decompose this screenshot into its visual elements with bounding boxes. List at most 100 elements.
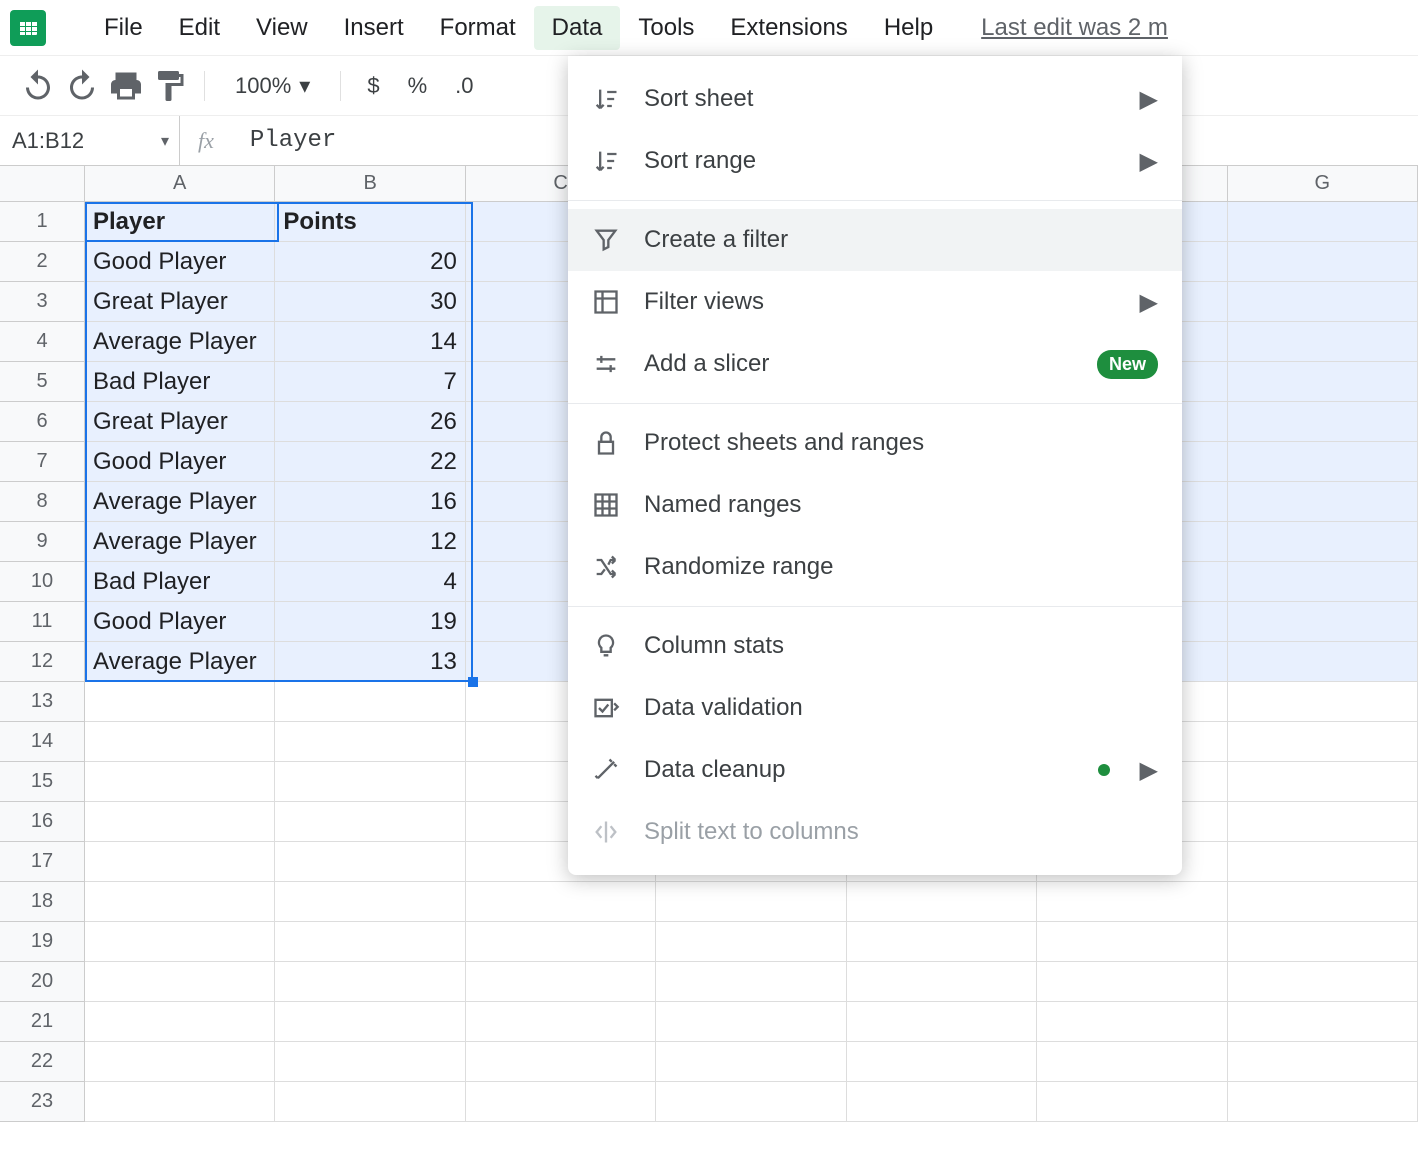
- paint-format-button[interactable]: [152, 68, 188, 104]
- cell-A22[interactable]: [85, 1042, 275, 1082]
- cell-C22[interactable]: [466, 1042, 656, 1082]
- cell-B2[interactable]: 20: [275, 242, 465, 282]
- cell-F18[interactable]: [1037, 882, 1227, 922]
- cell-E18[interactable]: [847, 882, 1037, 922]
- cell-A6[interactable]: Great Player: [85, 402, 275, 442]
- menu-item-data-cleanup[interactable]: Data cleanup▶: [568, 739, 1182, 801]
- row-header-5[interactable]: 5: [0, 362, 85, 402]
- name-box[interactable]: A1:B12 ▾: [0, 116, 180, 165]
- cell-D19[interactable]: [656, 922, 846, 962]
- cell-B20[interactable]: [275, 962, 465, 1002]
- cell-A20[interactable]: [85, 962, 275, 1002]
- cell-G6[interactable]: [1228, 402, 1418, 442]
- cell-G15[interactable]: [1228, 762, 1418, 802]
- cell-A2[interactable]: Good Player: [85, 242, 275, 282]
- row-header-11[interactable]: 11: [0, 602, 85, 642]
- menu-data[interactable]: Data: [534, 6, 621, 50]
- cell-D18[interactable]: [656, 882, 846, 922]
- last-edit-link[interactable]: Last edit was 2 m: [981, 14, 1168, 42]
- column-header-B[interactable]: B: [275, 166, 465, 202]
- format-percent-button[interactable]: %: [398, 73, 438, 99]
- cell-B6[interactable]: 26: [275, 402, 465, 442]
- row-header-18[interactable]: 18: [0, 882, 85, 922]
- cell-B23[interactable]: [275, 1082, 465, 1122]
- row-header-20[interactable]: 20: [0, 962, 85, 1002]
- row-header-16[interactable]: 16: [0, 802, 85, 842]
- cell-B10[interactable]: 4: [275, 562, 465, 602]
- menu-insert[interactable]: Insert: [326, 6, 422, 50]
- column-header-A[interactable]: A: [85, 166, 275, 202]
- cell-G4[interactable]: [1228, 322, 1418, 362]
- cell-A17[interactable]: [85, 842, 275, 882]
- cell-G12[interactable]: [1228, 642, 1418, 682]
- cell-B8[interactable]: 16: [275, 482, 465, 522]
- menu-extensions[interactable]: Extensions: [712, 6, 865, 50]
- menu-view[interactable]: View: [238, 6, 326, 50]
- cell-B15[interactable]: [275, 762, 465, 802]
- row-header-15[interactable]: 15: [0, 762, 85, 802]
- cell-B4[interactable]: 14: [275, 322, 465, 362]
- cell-A10[interactable]: Bad Player: [85, 562, 275, 602]
- cell-G3[interactable]: [1228, 282, 1418, 322]
- menu-item-column-stats[interactable]: Column stats: [568, 615, 1182, 677]
- cell-A16[interactable]: [85, 802, 275, 842]
- row-header-12[interactable]: 12: [0, 642, 85, 682]
- row-header-7[interactable]: 7: [0, 442, 85, 482]
- menu-item-sort-range[interactable]: Sort range▶: [568, 130, 1182, 192]
- cell-G2[interactable]: [1228, 242, 1418, 282]
- cell-G14[interactable]: [1228, 722, 1418, 762]
- cell-A7[interactable]: Good Player: [85, 442, 275, 482]
- row-header-9[interactable]: 9: [0, 522, 85, 562]
- column-header-G[interactable]: G: [1228, 166, 1418, 202]
- row-header-1[interactable]: 1: [0, 202, 85, 242]
- menu-item-randomize[interactable]: Randomize range: [568, 536, 1182, 598]
- menu-tools[interactable]: Tools: [620, 6, 712, 50]
- cell-A1[interactable]: Player: [85, 202, 275, 242]
- cell-G9[interactable]: [1228, 522, 1418, 562]
- cell-G20[interactable]: [1228, 962, 1418, 1002]
- cell-F22[interactable]: [1037, 1042, 1227, 1082]
- menu-item-create-filter[interactable]: Create a filter: [568, 209, 1182, 271]
- cell-A3[interactable]: Great Player: [85, 282, 275, 322]
- cell-A15[interactable]: [85, 762, 275, 802]
- cell-G1[interactable]: [1228, 202, 1418, 242]
- cell-A19[interactable]: [85, 922, 275, 962]
- cell-C21[interactable]: [466, 1002, 656, 1042]
- undo-button[interactable]: [20, 68, 56, 104]
- cell-A21[interactable]: [85, 1002, 275, 1042]
- cell-B16[interactable]: [275, 802, 465, 842]
- menu-edit[interactable]: Edit: [161, 6, 238, 50]
- cell-G19[interactable]: [1228, 922, 1418, 962]
- cell-A13[interactable]: [85, 682, 275, 722]
- cell-G23[interactable]: [1228, 1082, 1418, 1122]
- cell-A4[interactable]: Average Player: [85, 322, 275, 362]
- row-header-23[interactable]: 23: [0, 1082, 85, 1122]
- menu-help[interactable]: Help: [866, 6, 951, 50]
- cell-E19[interactable]: [847, 922, 1037, 962]
- cell-B14[interactable]: [275, 722, 465, 762]
- cell-G7[interactable]: [1228, 442, 1418, 482]
- row-header-14[interactable]: 14: [0, 722, 85, 762]
- cell-G22[interactable]: [1228, 1042, 1418, 1082]
- redo-button[interactable]: [64, 68, 100, 104]
- cell-E23[interactable]: [847, 1082, 1037, 1122]
- cell-F20[interactable]: [1037, 962, 1227, 1002]
- cell-G17[interactable]: [1228, 842, 1418, 882]
- menu-item-filter-views[interactable]: Filter views▶: [568, 271, 1182, 333]
- menu-item-data-validation[interactable]: Data validation: [568, 677, 1182, 739]
- cell-G16[interactable]: [1228, 802, 1418, 842]
- cell-B11[interactable]: 19: [275, 602, 465, 642]
- menu-format[interactable]: Format: [422, 6, 534, 50]
- cell-D23[interactable]: [656, 1082, 846, 1122]
- cell-A11[interactable]: Good Player: [85, 602, 275, 642]
- cell-E22[interactable]: [847, 1042, 1037, 1082]
- cell-A23[interactable]: [85, 1082, 275, 1122]
- menu-file[interactable]: File: [86, 6, 161, 50]
- cell-E21[interactable]: [847, 1002, 1037, 1042]
- cell-A18[interactable]: [85, 882, 275, 922]
- format-decimal-button[interactable]: .0: [445, 73, 483, 99]
- cell-G11[interactable]: [1228, 602, 1418, 642]
- cell-A12[interactable]: Average Player: [85, 642, 275, 682]
- cell-D21[interactable]: [656, 1002, 846, 1042]
- cell-G8[interactable]: [1228, 482, 1418, 522]
